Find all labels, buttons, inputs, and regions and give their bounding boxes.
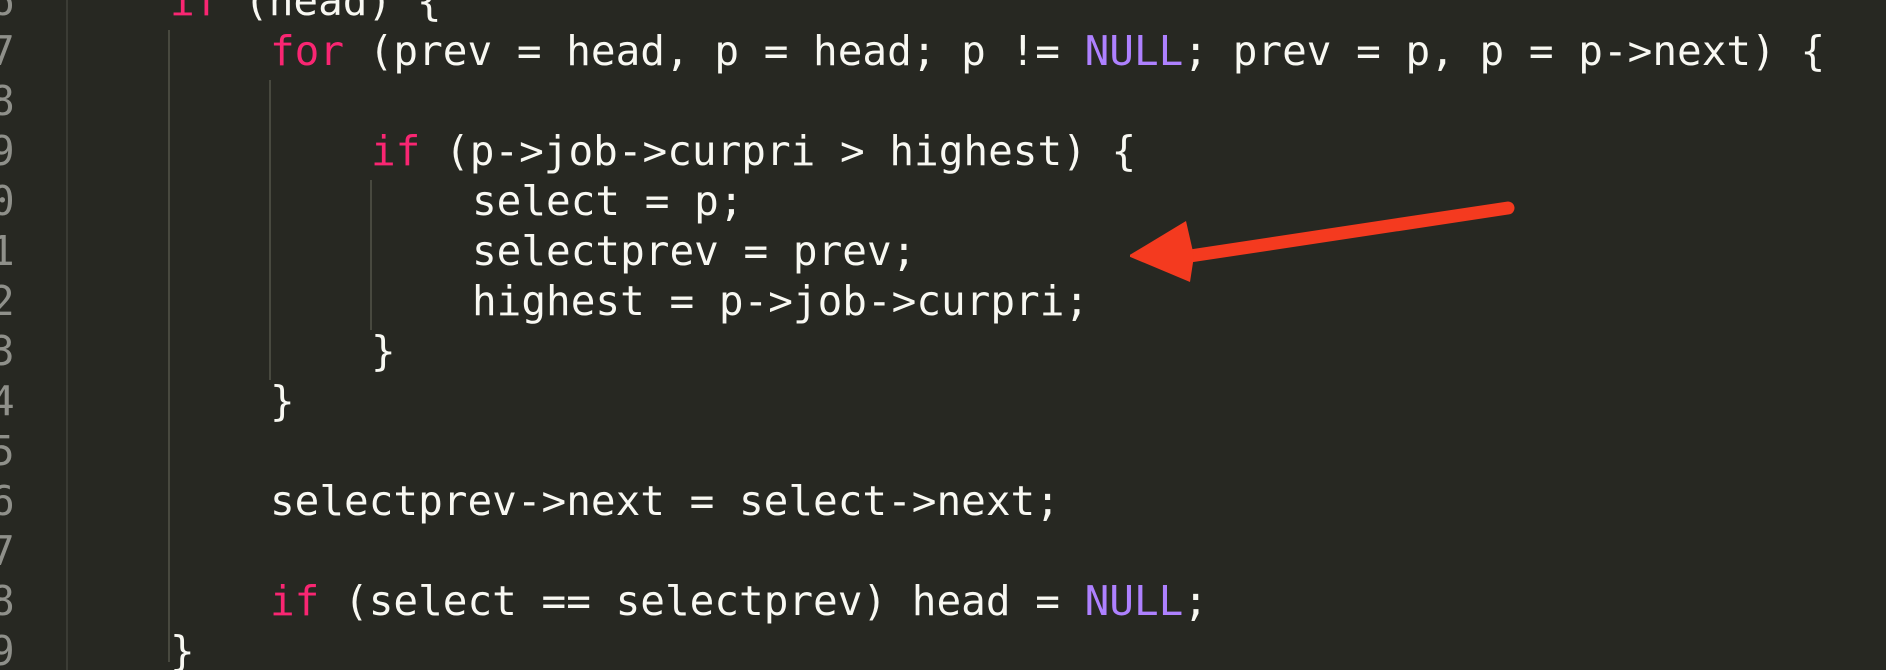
line-number: 3	[0, 327, 15, 375]
code-token: ;	[1183, 577, 1209, 625]
line-number: 6	[0, 477, 15, 525]
code-token: (prev = head, p = head; p !=	[344, 27, 1085, 75]
keyword-token: if	[371, 127, 421, 175]
code-line[interactable]: 1 selectprev = prev;	[0, 226, 1886, 276]
code-text: }	[270, 376, 295, 426]
code-text: highest = p->job->curpri;	[472, 276, 1089, 326]
code-token: ; prev = p, p = p->next) {	[1183, 27, 1826, 75]
line-number: 8	[0, 577, 15, 625]
code-token: selectprev = prev;	[472, 227, 917, 275]
code-token: selectprev->next = select->next;	[270, 477, 1060, 525]
keyword-token: for	[270, 27, 345, 75]
code-token: (head) {	[219, 0, 442, 25]
code-line[interactable]: 7	[0, 526, 1886, 576]
line-number: 7	[0, 27, 15, 75]
code-line[interactable]: 5	[0, 426, 1886, 476]
code-token: highest = p->job->curpri;	[472, 277, 1090, 325]
code-line[interactable]: 9 if (p->job->curpri > highest) {	[0, 126, 1886, 176]
code-text: }	[371, 326, 396, 376]
line-number: 9	[0, 627, 15, 670]
code-line[interactable]: 8 if (select == selectprev) head = NULL;	[0, 576, 1886, 626]
line-number: 9	[0, 127, 15, 175]
code-text: }	[170, 626, 195, 670]
code-line[interactable]: 3}	[0, 326, 1886, 376]
code-token: select = p;	[472, 177, 744, 225]
code-line[interactable]: 2 highest = p->job->curpri;	[0, 276, 1886, 326]
keyword-token: if	[170, 0, 220, 25]
line-number: 8	[0, 77, 15, 125]
code-line[interactable]: 7 for (prev = head, p = head; p != NULL; …	[0, 26, 1886, 76]
code-token: }	[371, 327, 396, 375]
line-number: 5	[0, 427, 15, 475]
code-token: (p->job->curpri > highest) {	[420, 127, 1137, 175]
code-token: }	[270, 377, 295, 425]
code-text: selectprev = prev;	[472, 226, 916, 276]
line-number: 2	[0, 277, 15, 325]
code-text: selectprev->next = select->next;	[270, 476, 1060, 526]
code-line[interactable]: 6 selectprev->next = select->next;	[0, 476, 1886, 526]
code-text: for (prev = head, p = head; p != NULL; p…	[270, 26, 1825, 76]
line-number: 0	[0, 177, 15, 225]
constant-token: NULL	[1084, 577, 1184, 625]
line-number: 7	[0, 527, 15, 575]
code-line[interactable]: 4}	[0, 376, 1886, 426]
code-text: if (head) {	[170, 0, 442, 26]
red-arrow-icon	[1130, 201, 1515, 282]
code-line[interactable]: 8	[0, 76, 1886, 126]
code-text: if (p->job->curpri > highest) {	[371, 126, 1136, 176]
code-editor[interactable]: 6 if (head) { 7 for (prev = head, p = head;…	[0, 0, 1886, 670]
code-token: (select == selectprev) head =	[319, 577, 1085, 625]
code-line[interactable]: 0 select = p;	[0, 176, 1886, 226]
code-text: select = p;	[472, 176, 744, 226]
keyword-token: if	[270, 577, 320, 625]
code-line[interactable]: 9}	[0, 626, 1886, 670]
line-number: 4	[0, 377, 15, 425]
line-number: 6	[0, 0, 15, 25]
constant-token: NULL	[1084, 27, 1184, 75]
code-line[interactable]: 6 if (head) {	[0, 0, 1886, 26]
code-text: if (select == selectprev) head = NULL;	[270, 576, 1208, 626]
line-number: 1	[0, 227, 15, 275]
code-token: }	[170, 627, 195, 670]
